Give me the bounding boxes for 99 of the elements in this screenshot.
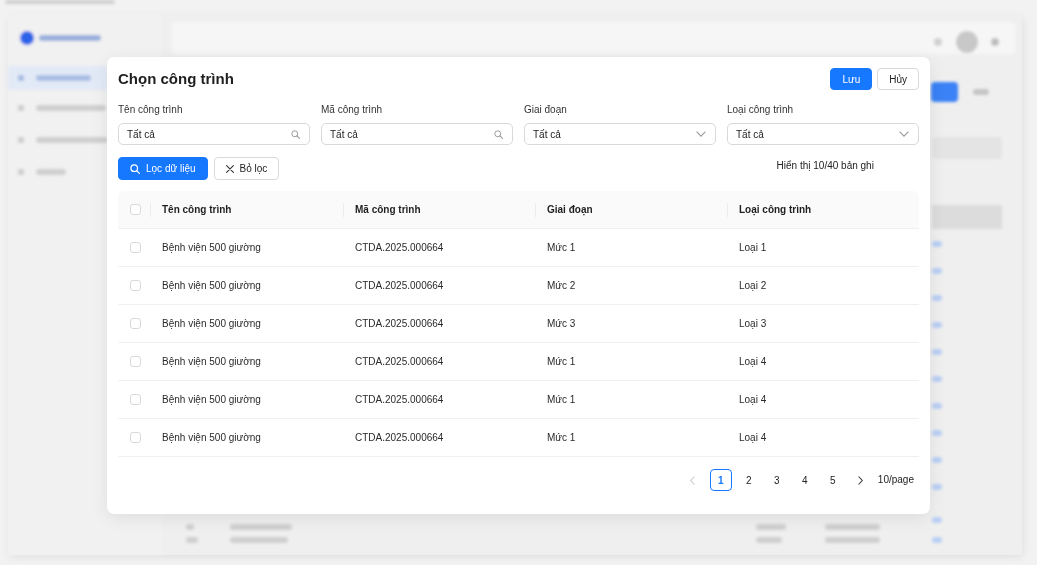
row-checkbox[interactable] [130, 356, 141, 367]
save-button[interactable]: Lưu [830, 68, 873, 90]
row-checkbox[interactable] [130, 280, 141, 291]
blurred-text [39, 35, 101, 41]
column-header: Mã công trình [355, 204, 421, 215]
table-cell: Loại 4 [739, 356, 767, 367]
blurred-menu-icon [18, 105, 24, 111]
blurred-link[interactable] [932, 484, 942, 490]
chevron-down-icon [899, 131, 909, 137]
blurred-link[interactable] [932, 457, 942, 463]
page-button[interactable]: 4 [793, 469, 816, 491]
blurred-link[interactable] [932, 241, 942, 247]
table-cell: Mức 2 [547, 280, 576, 291]
table-cell: Mức 1 [547, 394, 576, 405]
modal-title: Chọn công trình [118, 69, 234, 89]
blurred-link[interactable] [932, 430, 942, 436]
filter-label: Mã công trình [321, 103, 383, 117]
blurred-menu-icon [18, 169, 24, 175]
blurred-text [825, 524, 880, 530]
table-cell: Mức 1 [547, 432, 576, 443]
chevron-down-icon [696, 131, 706, 137]
blurred-link[interactable] [932, 517, 942, 523]
filter-label: Tên công trình [118, 103, 183, 117]
blurred-text [36, 75, 91, 81]
column-header: Giai đoạn [547, 204, 593, 215]
table-cell: CTDA.2025.000664 [355, 432, 444, 443]
logo-icon [20, 31, 34, 45]
blurred-link[interactable] [932, 349, 942, 355]
column-header: Tên công trình [162, 204, 232, 215]
filter-button[interactable]: Lọc dữ liệu [118, 157, 208, 180]
blurred-text [186, 524, 194, 530]
search-icon [291, 129, 300, 139]
close-icon [225, 164, 234, 173]
blurred-menu-icon [18, 137, 24, 143]
table-cell: Loại 2 [739, 280, 767, 291]
blurred-icon[interactable] [934, 38, 942, 46]
chevron-right-icon [858, 475, 864, 485]
table-cell: Bệnh viện 500 giường [162, 432, 261, 443]
blurred-table-header [932, 205, 1002, 229]
row-checkbox[interactable] [130, 318, 141, 329]
column-header: Loại công trình [739, 204, 812, 215]
blurred-link[interactable] [932, 322, 942, 328]
table-cell: Bệnh viện 500 giường [162, 356, 261, 367]
table-cell: Loại 1 [739, 242, 767, 253]
blurred-link[interactable] [932, 376, 942, 382]
blurred-link[interactable] [932, 295, 942, 301]
table-cell: Loại 3 [739, 318, 767, 329]
page-button[interactable]: 1 [709, 469, 732, 491]
blurred-text [756, 524, 786, 530]
filter-label: Giai đoạn [524, 103, 567, 117]
blurred-text [825, 537, 880, 543]
search-field[interactable]: Tất cả [118, 123, 310, 145]
table-cell: CTDA.2025.000664 [355, 318, 444, 329]
row-checkbox[interactable] [130, 432, 141, 443]
blurred-text [230, 537, 288, 543]
blurred-text [36, 137, 108, 143]
blurred-text [36, 169, 66, 175]
filter-label: Loại công trình [727, 103, 794, 117]
table-cell: Mức 1 [547, 242, 576, 253]
chevron-left-icon [690, 475, 696, 485]
search-icon [494, 129, 503, 139]
table-cell: Bệnh viện 500 giường [162, 280, 261, 291]
table-cell: Bệnh viện 500 giường [162, 318, 261, 329]
table-cell: Bệnh viện 500 giường [162, 242, 261, 253]
table-cell: Mức 1 [547, 356, 576, 367]
select-field[interactable]: Tất cả [727, 123, 919, 145]
blurred-icon[interactable] [991, 38, 999, 46]
table-cell: CTDA.2025.000664 [355, 242, 444, 253]
table-cell: Loại 4 [739, 432, 767, 443]
record-count: Hiển thị 10/40 bản ghi [776, 159, 874, 173]
table-cell: Loại 4 [739, 394, 767, 405]
blurred-link[interactable] [932, 403, 942, 409]
table-cell: Bệnh viện 500 giường [162, 394, 261, 405]
search-icon [130, 163, 140, 174]
blurred-button[interactable] [931, 82, 958, 102]
table-cell: CTDA.2025.000664 [355, 356, 444, 367]
avatar-icon[interactable] [956, 31, 978, 53]
blurred-text [186, 537, 198, 543]
row-checkbox[interactable] [130, 394, 141, 405]
blurred-link[interactable] [932, 268, 942, 274]
blurred-text [230, 524, 292, 530]
page-button[interactable]: 2 [737, 469, 760, 491]
blurred-text [973, 89, 989, 95]
blurred-link[interactable] [932, 537, 942, 543]
table-cell: Mức 3 [547, 318, 576, 329]
table-cell: CTDA.2025.000664 [355, 280, 444, 291]
row-checkbox[interactable] [130, 242, 141, 253]
select-all-checkbox[interactable] [130, 204, 141, 215]
table-cell: CTDA.2025.000664 [355, 394, 444, 405]
select-field[interactable]: Tất cả [524, 123, 716, 145]
cancel-button[interactable]: Hủy [877, 68, 919, 90]
page-button[interactable]: 3 [765, 469, 788, 491]
blurred-menu-icon [18, 75, 24, 81]
page-button[interactable]: 5 [821, 469, 844, 491]
page-size-select[interactable]: 10/page [877, 473, 914, 487]
blurred-text [756, 537, 782, 543]
clear-filter-button[interactable]: Bỏ lọc [213, 157, 280, 180]
search-field[interactable]: Tất cả [321, 123, 513, 145]
blurred-text [36, 105, 106, 111]
